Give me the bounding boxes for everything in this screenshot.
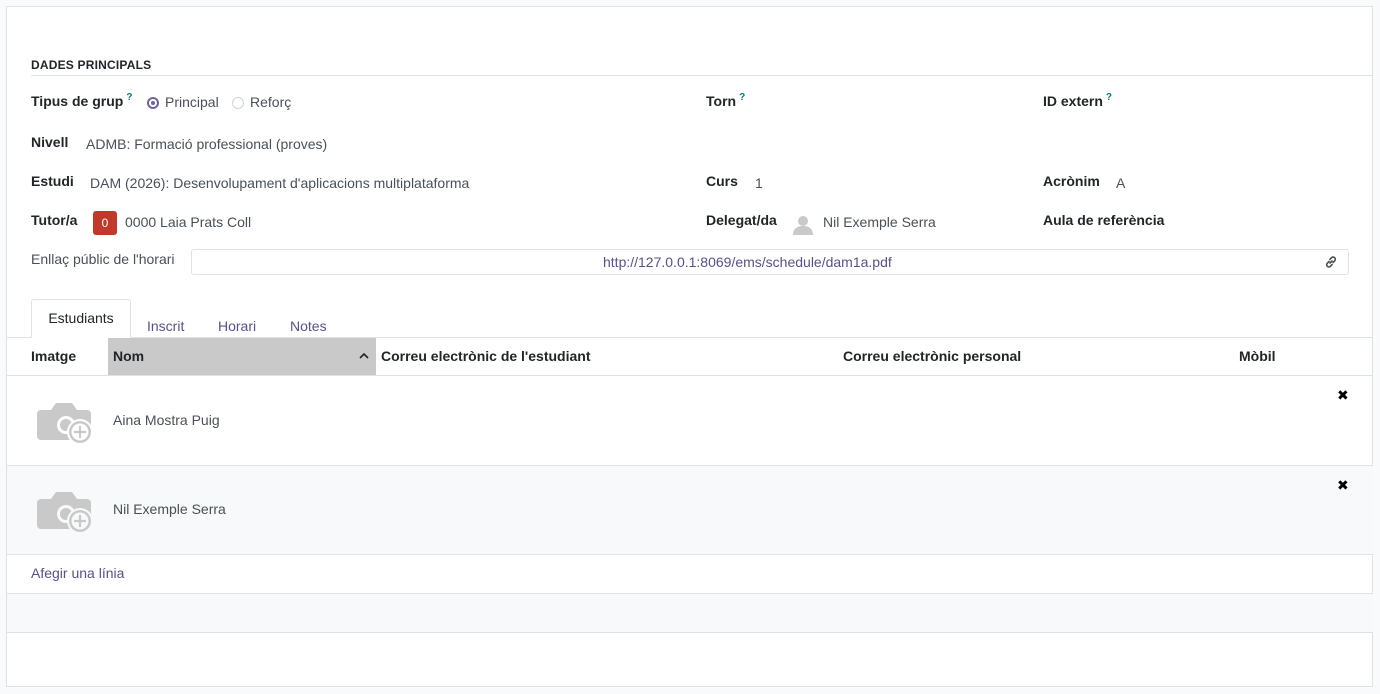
link-icon[interactable]: [1324, 255, 1338, 269]
shift-label: Torn?: [706, 92, 746, 109]
schedule-link-value[interactable]: http://127.0.0.1:8069/ems/schedule/dam1a…: [603, 254, 892, 270]
tab-notes[interactable]: Notes: [290, 318, 327, 334]
tutor-badge[interactable]: 0: [93, 211, 117, 235]
chevron-up-icon[interactable]: [358, 351, 370, 361]
help-icon[interactable]: ?: [739, 92, 745, 103]
camera-plus-icon[interactable]: [37, 485, 97, 537]
delegate-label: Delegat/da: [706, 212, 777, 228]
column-header-personal-email[interactable]: Correu electrònic personal: [843, 348, 1021, 364]
tutor-label: Tutor/a: [31, 212, 78, 228]
acronym-value[interactable]: A: [1116, 175, 1125, 191]
camera-plus-icon[interactable]: [37, 396, 97, 448]
group-type-label: Tipus de grup?: [31, 92, 133, 109]
form-sheet: DADES PRINCIPALS Tipus de grup? Principa…: [6, 6, 1373, 687]
column-header-student-email[interactable]: Correu electrònic de l'estudiant: [381, 348, 591, 364]
sorted-column-header-bg: [108, 338, 376, 376]
study-label: Estudi: [31, 173, 74, 189]
student-name[interactable]: Aina Mostra Puig: [113, 412, 220, 428]
table-footer: [7, 593, 1373, 633]
delete-row-icon[interactable]: ✖: [1337, 477, 1349, 494]
column-header-name[interactable]: Nom: [113, 348, 144, 364]
radio-checked-icon[interactable]: [147, 97, 159, 109]
delegate-value[interactable]: Nil Exemple Serra: [823, 214, 936, 230]
student-name[interactable]: Nil Exemple Serra: [113, 501, 226, 517]
external-id-label: ID extern?: [1043, 92, 1113, 109]
schedule-link-label: Enllaç públic de l'horari: [31, 251, 175, 267]
tab-horari[interactable]: Horari: [218, 318, 256, 334]
level-label: Nivell: [31, 134, 69, 150]
course-value[interactable]: 1: [755, 175, 763, 191]
header-divider: [7, 375, 1373, 376]
acronym-label: Acrònim: [1043, 173, 1100, 189]
section-divider: [31, 75, 1373, 76]
add-line-link[interactable]: Afegir una línia: [31, 565, 124, 581]
study-value[interactable]: DAM (2026): Desenvolupament d'aplicacion…: [90, 175, 469, 191]
group-type-radio-principal[interactable]: Principal: [147, 94, 219, 110]
radio-unchecked-icon[interactable]: [232, 97, 244, 109]
delete-row-icon[interactable]: ✖: [1337, 387, 1349, 404]
level-value[interactable]: ADMB: Formació professional (proves): [86, 136, 327, 152]
section-title: DADES PRINCIPALS: [31, 58, 152, 72]
help-icon[interactable]: ?: [126, 92, 132, 103]
column-header-mobile[interactable]: Mòbil: [1239, 348, 1276, 364]
tutor-value[interactable]: 0000 Laia Prats Coll: [125, 214, 251, 230]
help-icon[interactable]: ?: [1106, 92, 1112, 103]
user-avatar-icon: [793, 216, 813, 235]
row-divider: [7, 554, 1373, 555]
classroom-label: Aula de referència: [1043, 212, 1165, 228]
tab-estudiants[interactable]: Estudiants: [31, 299, 131, 338]
column-header-image[interactable]: Imatge: [31, 348, 76, 364]
course-label: Curs: [706, 173, 738, 189]
group-type-radio-reforc[interactable]: Reforç: [232, 94, 291, 110]
tab-inscrit[interactable]: Inscrit: [147, 318, 184, 334]
